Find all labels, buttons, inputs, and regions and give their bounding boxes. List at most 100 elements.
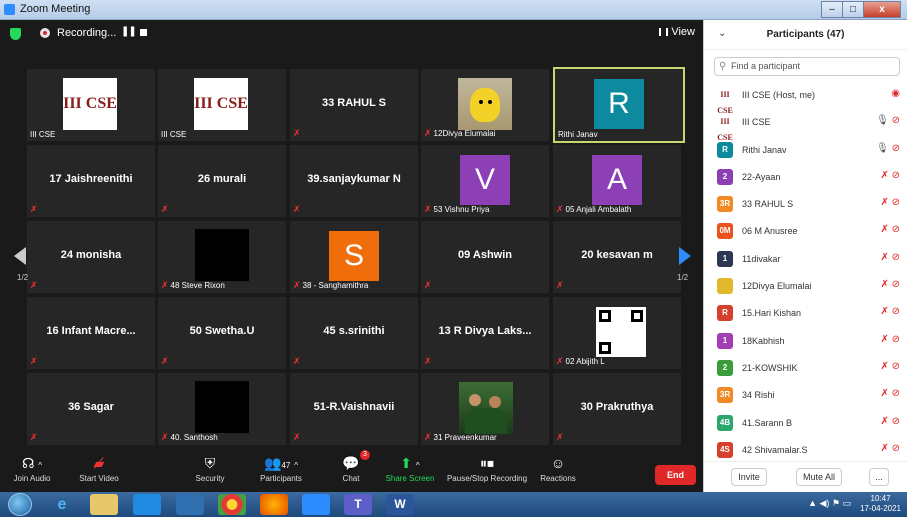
participant-row[interactable]: 4B 41.Sarann B ✗ ⊘ <box>704 410 907 437</box>
next-page-arrow-icon[interactable] <box>679 247 691 265</box>
video-tile[interactable]: 13 R Divya Laks... ✗ <box>421 297 549 369</box>
app-icon[interactable] <box>133 494 161 515</box>
end-meeting-button[interactable]: End <box>655 465 696 485</box>
participant-search-input[interactable]: ⚲ Find a participant <box>714 57 900 76</box>
start-button-icon[interactable] <box>8 493 32 516</box>
stop-recording-icon[interactable] <box>140 29 147 36</box>
pause-recording-icon[interactable]: ❚❚ <box>121 26 137 37</box>
participant-row[interactable]: R 15.Hari Kishan ✗ ⊘ <box>704 300 907 327</box>
video-tile[interactable]: III CSE III CSE <box>27 69 155 141</box>
participant-row[interactable]: III CSE III CSE (Host, me) ◉ <box>704 82 907 115</box>
teams-icon[interactable]: T <box>344 494 372 515</box>
reactions-button[interactable]: ☺ Reactions <box>538 452 578 483</box>
participants-label: Participants <box>260 474 302 483</box>
participant-row[interactable]: 2 21-KOWSHIK ✗ ⊘ <box>704 355 907 382</box>
chrome-icon[interactable] <box>218 494 246 515</box>
video-tile[interactable]: 09 Ashwin ✗ <box>421 221 549 293</box>
invite-button[interactable]: Invite <box>731 468 767 486</box>
security-button[interactable]: ⛨ Security <box>188 452 232 483</box>
profile-image: III CSE <box>63 78 117 130</box>
video-tile[interactable]: 51-R.Vaishnavii ✗ <box>290 373 418 445</box>
muted-mic-icon: ✗ <box>161 204 169 214</box>
windows-taskbar: e T W ▲ ◀) ⚑ ▭ 10:47 17-04-2021 <box>0 492 907 517</box>
tile-name-text: 31 Praveenkumar <box>433 433 497 442</box>
participant-row[interactable]: 2 22-Ayaan ✗ ⊘ <box>704 164 907 191</box>
internet-explorer-icon[interactable]: e <box>48 494 76 515</box>
video-tile[interactable]: S ✗ 38 - Sanghamithra <box>290 221 418 293</box>
word-icon[interactable]: W <box>386 494 414 515</box>
join-audio-button[interactable]: ☊ ^ Join Audio <box>10 452 54 483</box>
participants-button[interactable]: 👥47 ^ Participants <box>253 452 309 483</box>
video-tile[interactable]: 16 Infant Macre... ✗ <box>27 297 155 369</box>
minimize-button[interactable]: – <box>821 1 843 18</box>
video-tile[interactable]: 33 RAHUL S ✗ <box>290 69 418 141</box>
page-indicator-left: 1/2 <box>17 273 29 282</box>
participant-name: Rithi Janav <box>742 144 787 155</box>
video-tile[interactable]: V ✗ 53 Vishnu Priya <box>421 145 549 217</box>
video-tile[interactable]: 24 monisha ✗ <box>27 221 155 293</box>
video-tile[interactable]: 36 Sagar ✗ <box>27 373 155 445</box>
share-screen-button[interactable]: ⬆ ^ Share Screen <box>385 452 435 483</box>
participant-row[interactable]: III CSE III CSE 🎙 ⊘ <box>704 109 907 142</box>
video-off-icon: ⊘ <box>891 142 900 154</box>
system-tray-icons[interactable]: ▲ ◀) ⚑ ▭ <box>808 498 851 509</box>
muted-mic-icon: ✗ <box>556 280 564 290</box>
chat-label: Chat <box>342 474 360 483</box>
chat-button[interactable]: 💬 3 Chat <box>336 450 370 483</box>
participant-row[interactable]: R Rithi Janav 🎙 ⊘ <box>704 137 907 164</box>
mic-video-status: 🎙 ⊘ <box>876 143 900 154</box>
muted-mic-icon: ✗ <box>424 280 432 290</box>
mute-all-button[interactable]: Mute All <box>796 468 842 486</box>
participant-name: 12Divya Elumalai <box>742 281 812 292</box>
active-speaker-tile[interactable]: R Rithi Janav <box>553 67 685 143</box>
participant-row[interactable]: 1 11divakar ✗ ⊘ <box>704 246 907 273</box>
video-tile[interactable]: 20 kesavan m ✗ <box>553 221 681 293</box>
pause-stop-recording-button[interactable]: ⏸⏹ Pause/Stop Recording <box>446 452 528 483</box>
video-tile[interactable]: A ✗ 05 Anjali Ambalath <box>553 145 681 217</box>
security-label: Security <box>195 474 225 483</box>
muted-mic-icon: ✗ <box>556 356 564 366</box>
video-tile[interactable]: 50 Swetha.U ✗ <box>158 297 286 369</box>
video-tile[interactable]: ✗ 31 Praveenkumar <box>421 373 549 445</box>
video-tile[interactable]: ✗ 12Divya Elumalai <box>421 69 549 141</box>
participant-row[interactable]: 3R 34 Rishi ✗ ⊘ <box>704 382 907 409</box>
system-clock[interactable]: 10:47 17-04-2021 <box>860 494 901 514</box>
file-explorer-icon[interactable] <box>90 494 118 515</box>
avatar: S <box>329 231 379 281</box>
video-tile[interactable]: III CSE III CSE <box>158 69 286 141</box>
view-button[interactable]: View <box>659 26 695 38</box>
headphones-icon: ☊ ^ <box>21 455 43 471</box>
zoom-taskbar-icon[interactable] <box>302 494 330 515</box>
media-player-icon[interactable] <box>176 494 204 515</box>
pause-stop-icon: ⏸⏹ <box>480 455 494 471</box>
video-tile[interactable]: ✗ 02 Abijith L <box>553 297 681 369</box>
video-tile[interactable]: 30 Prakruthya ✗ <box>553 373 681 445</box>
video-tile[interactable]: 45 s.srinithi ✗ <box>290 297 418 369</box>
video-tile[interactable]: ✗ 40. Santhosh <box>158 373 286 445</box>
previous-page-arrow-icon[interactable] <box>14 247 26 265</box>
participants-list: III CSE III CSE (Host, me) ◉ III CSE III… <box>704 82 907 464</box>
participant-row[interactable]: 0M 06 M Anusree ✗ ⊘ <box>704 218 907 245</box>
more-options-button[interactable]: ... <box>869 468 889 486</box>
participant-row[interactable]: 3R 33 RAHUL S ✗ ⊘ <box>704 191 907 218</box>
video-tile[interactable]: 26 murali ✗ <box>158 145 286 217</box>
tile-display-name: 33 RAHUL S <box>322 97 386 109</box>
tile-display-name: 45 s.srinithi <box>323 325 385 337</box>
video-tile[interactable]: ✗ 48 Steve Rixon <box>158 221 286 293</box>
muted-mic-video-off-icon: ✗ ⊘ <box>880 415 900 427</box>
video-tile[interactable]: 39.sanjaykumar N ✗ <box>290 145 418 217</box>
close-button[interactable]: x <box>863 1 901 18</box>
maximize-button[interactable]: □ <box>842 1 864 18</box>
encryption-shield-icon[interactable] <box>10 28 21 40</box>
firefox-icon[interactable] <box>260 494 288 515</box>
video-tile[interactable]: 17 Jaishreenithi ✗ <box>27 145 155 217</box>
profile-image <box>195 229 249 281</box>
participant-row[interactable]: 1 18Kabhish ✗ ⊘ <box>704 328 907 355</box>
video-off-icon: ▰̸ <box>93 455 105 471</box>
tile-display-name: 13 R Divya Laks... <box>438 325 532 337</box>
start-video-button[interactable]: ▰̸ Start Video <box>72 452 126 483</box>
muted-mic-icon: ✗ <box>30 204 38 214</box>
join-audio-label: Join Audio <box>13 474 51 483</box>
participant-row[interactable]: 12Divya Elumalai ✗ ⊘ <box>704 273 907 300</box>
participants-title: Participants (47) <box>766 29 845 40</box>
